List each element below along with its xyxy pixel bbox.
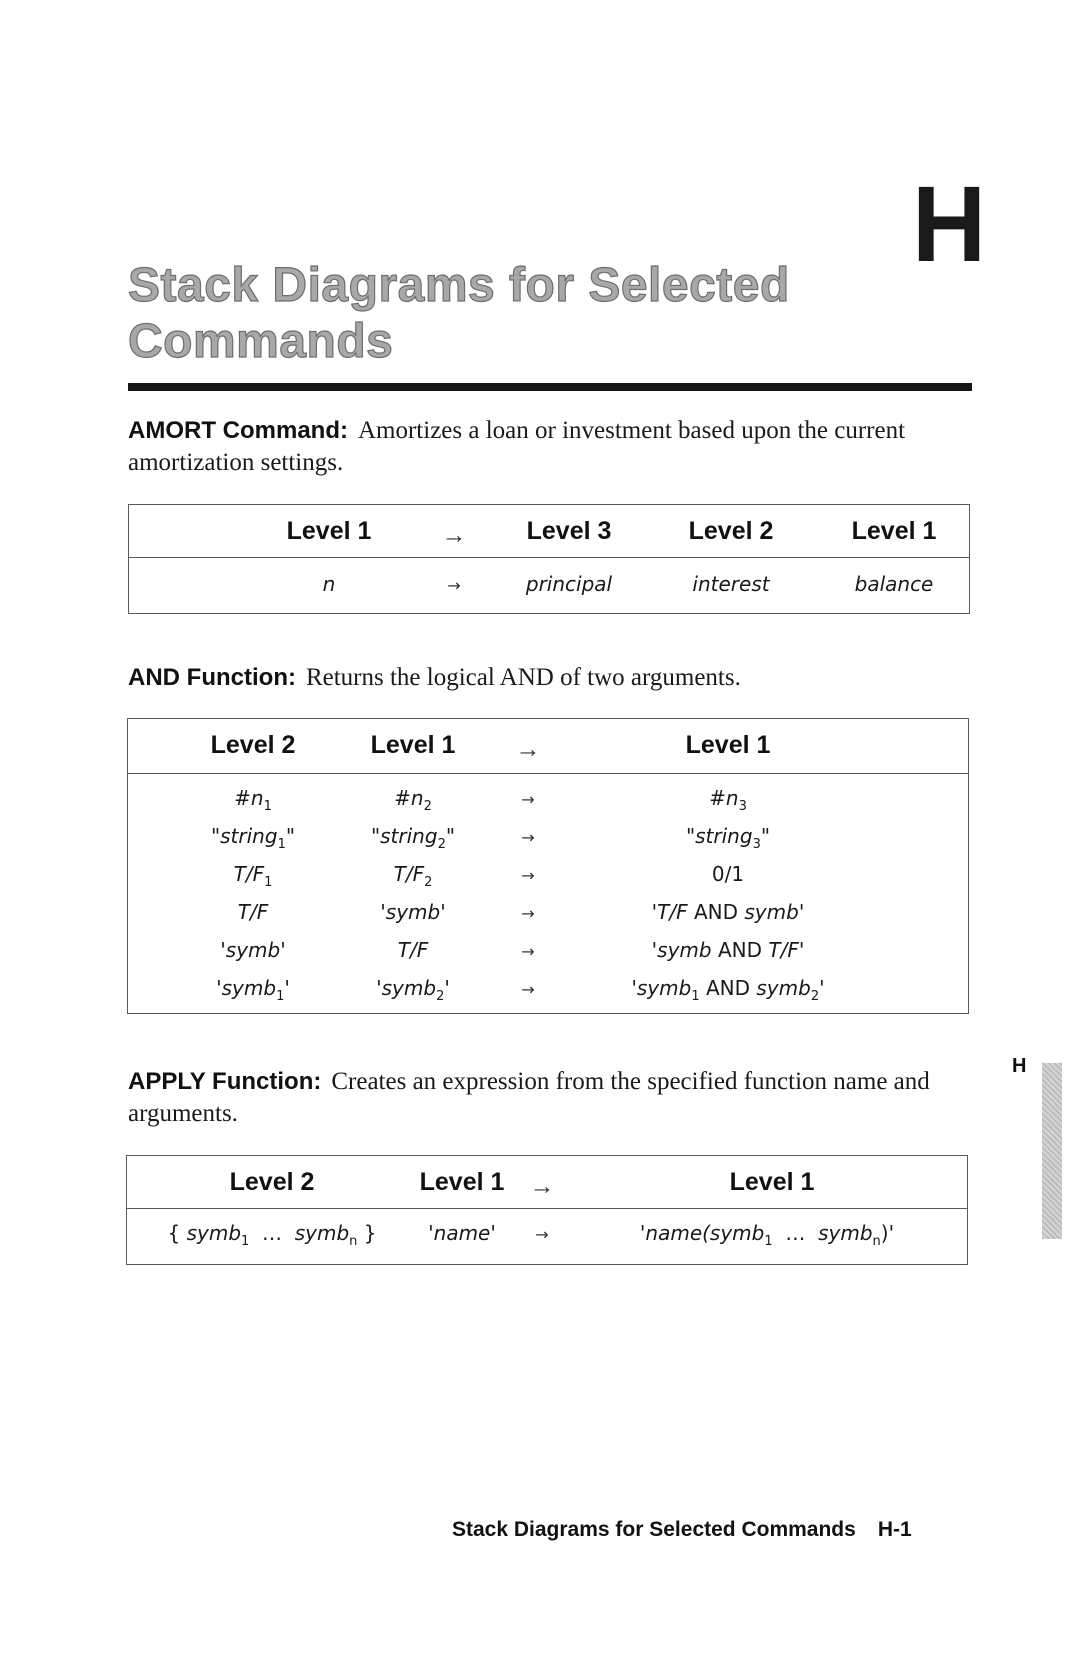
side-tab-letter: H <box>1012 1055 1027 1077</box>
and-cell: #n1 <box>234 786 272 814</box>
page-title: Stack Diagrams for Selected Commands <box>127 258 790 368</box>
and-header-level1-output: Level 1 <box>685 731 771 759</box>
apply-header-level1-output: Level 1 <box>729 1168 815 1196</box>
arrow-icon: → <box>521 980 535 999</box>
apply-header-level1-input: Level 1 <box>419 1168 505 1196</box>
and-cell: T/F <box>397 938 429 962</box>
and-cell: T/F1 <box>233 862 273 890</box>
and-cell: "string1" <box>210 824 296 852</box>
and-cell: #n2 <box>394 786 432 814</box>
arrow-icon: → <box>521 828 535 847</box>
arrow-icon: → <box>521 942 535 961</box>
and-cell: #n3 <box>709 786 747 814</box>
apply-table-row: { symb1 … symbn } 'name' → 'name(symb1 …… <box>127 1209 967 1265</box>
and-header-level1-input: Level 1 <box>370 731 456 759</box>
and-table-header: Level 2 Level 1 → Level 1 <box>128 719 968 774</box>
page-footer: Stack Diagrams for Selected Commands H-1 <box>452 1518 912 1542</box>
arrow-icon: → <box>529 1172 555 1200</box>
and-cell: 'symb2' <box>376 976 450 1004</box>
amort-command-name: AMORT Command: <box>128 417 348 444</box>
apply-cell-name: 'name' <box>428 1221 496 1245</box>
and-cell: 'symb1 AND symb2' <box>631 976 825 1004</box>
amort-cell-balance: balance <box>854 572 934 596</box>
arrow-icon: → <box>441 521 467 549</box>
and-cell: "string2" <box>370 824 456 852</box>
and-cell: "string3" <box>685 824 771 852</box>
and-section-description: AND Function: Returns the logical AND of … <box>128 662 968 694</box>
and-header-level2: Level 2 <box>210 731 296 759</box>
amort-header-level1-input: Level 1 <box>286 517 372 545</box>
arrow-icon: → <box>535 1225 549 1244</box>
and-function-name: AND Function: <box>128 664 296 691</box>
and-cell: 0/1 <box>711 862 745 886</box>
and-description-text: Returns the logical AND of two arguments… <box>305 664 741 691</box>
and-table-body: #n1 #n2 → #n3 "string1" "string2" → "str… <box>128 774 968 1014</box>
apply-cell-result: 'name(symb1 … symbn)' <box>639 1221 895 1249</box>
amort-cell-n: n <box>322 572 336 596</box>
apply-stack-table: Level 2 Level 1 → Level 1 { symb1 … symb… <box>126 1155 968 1265</box>
amort-cell-interest: interest <box>692 572 770 596</box>
and-cell: T/F2 <box>393 862 433 890</box>
and-cell: T/F <box>237 900 269 924</box>
amort-table-row: n → principal interest balance <box>129 558 969 614</box>
arrow-icon: → <box>521 904 535 923</box>
chapter-letter: H <box>911 163 987 284</box>
and-cell: 'symb' <box>380 900 446 924</box>
and-cell: 'symb' <box>220 938 286 962</box>
and-cell: 'symb1' <box>216 976 290 1004</box>
and-cell: 'symb AND T/F' <box>651 938 805 962</box>
amort-header-level1-output: Level 1 <box>851 517 937 545</box>
amort-section-description: AMORT Command: Amortizes a loan or invest… <box>128 415 968 479</box>
amort-stack-table: Level 1 → Level 3 Level 2 Level 1 n → pr… <box>128 504 970 614</box>
amort-cell-principal: principal <box>525 572 613 596</box>
arrow-icon: → <box>447 576 461 595</box>
and-cell: 'T/F AND symb' <box>651 900 805 924</box>
side-tab-bar <box>1042 1063 1062 1239</box>
amort-table-header: Level 1 → Level 3 Level 2 Level 1 <box>129 505 969 558</box>
and-stack-table: Level 2 Level 1 → Level 1 #n1 #n2 → #n3 … <box>127 718 969 1014</box>
apply-header-level2: Level 2 <box>229 1168 315 1196</box>
apply-function-name: APPLY Function: <box>128 1068 322 1095</box>
arrow-icon: → <box>515 735 541 763</box>
apply-table-header: Level 2 Level 1 → Level 1 <box>127 1156 967 1209</box>
arrow-icon: → <box>521 790 535 809</box>
arrow-icon: → <box>521 866 535 885</box>
title-rule <box>128 383 972 391</box>
amort-header-level2: Level 2 <box>688 517 774 545</box>
apply-cell-symb-list: { symb1 … symbn } <box>167 1221 377 1249</box>
amort-header-level3: Level 3 <box>526 517 612 545</box>
footer-running-title: Stack Diagrams for Selected Commands <box>452 1518 856 1541</box>
apply-section-description: APPLY Function: Creates an expression fro… <box>128 1066 968 1130</box>
footer-page-number: H-1 <box>877 1518 912 1541</box>
